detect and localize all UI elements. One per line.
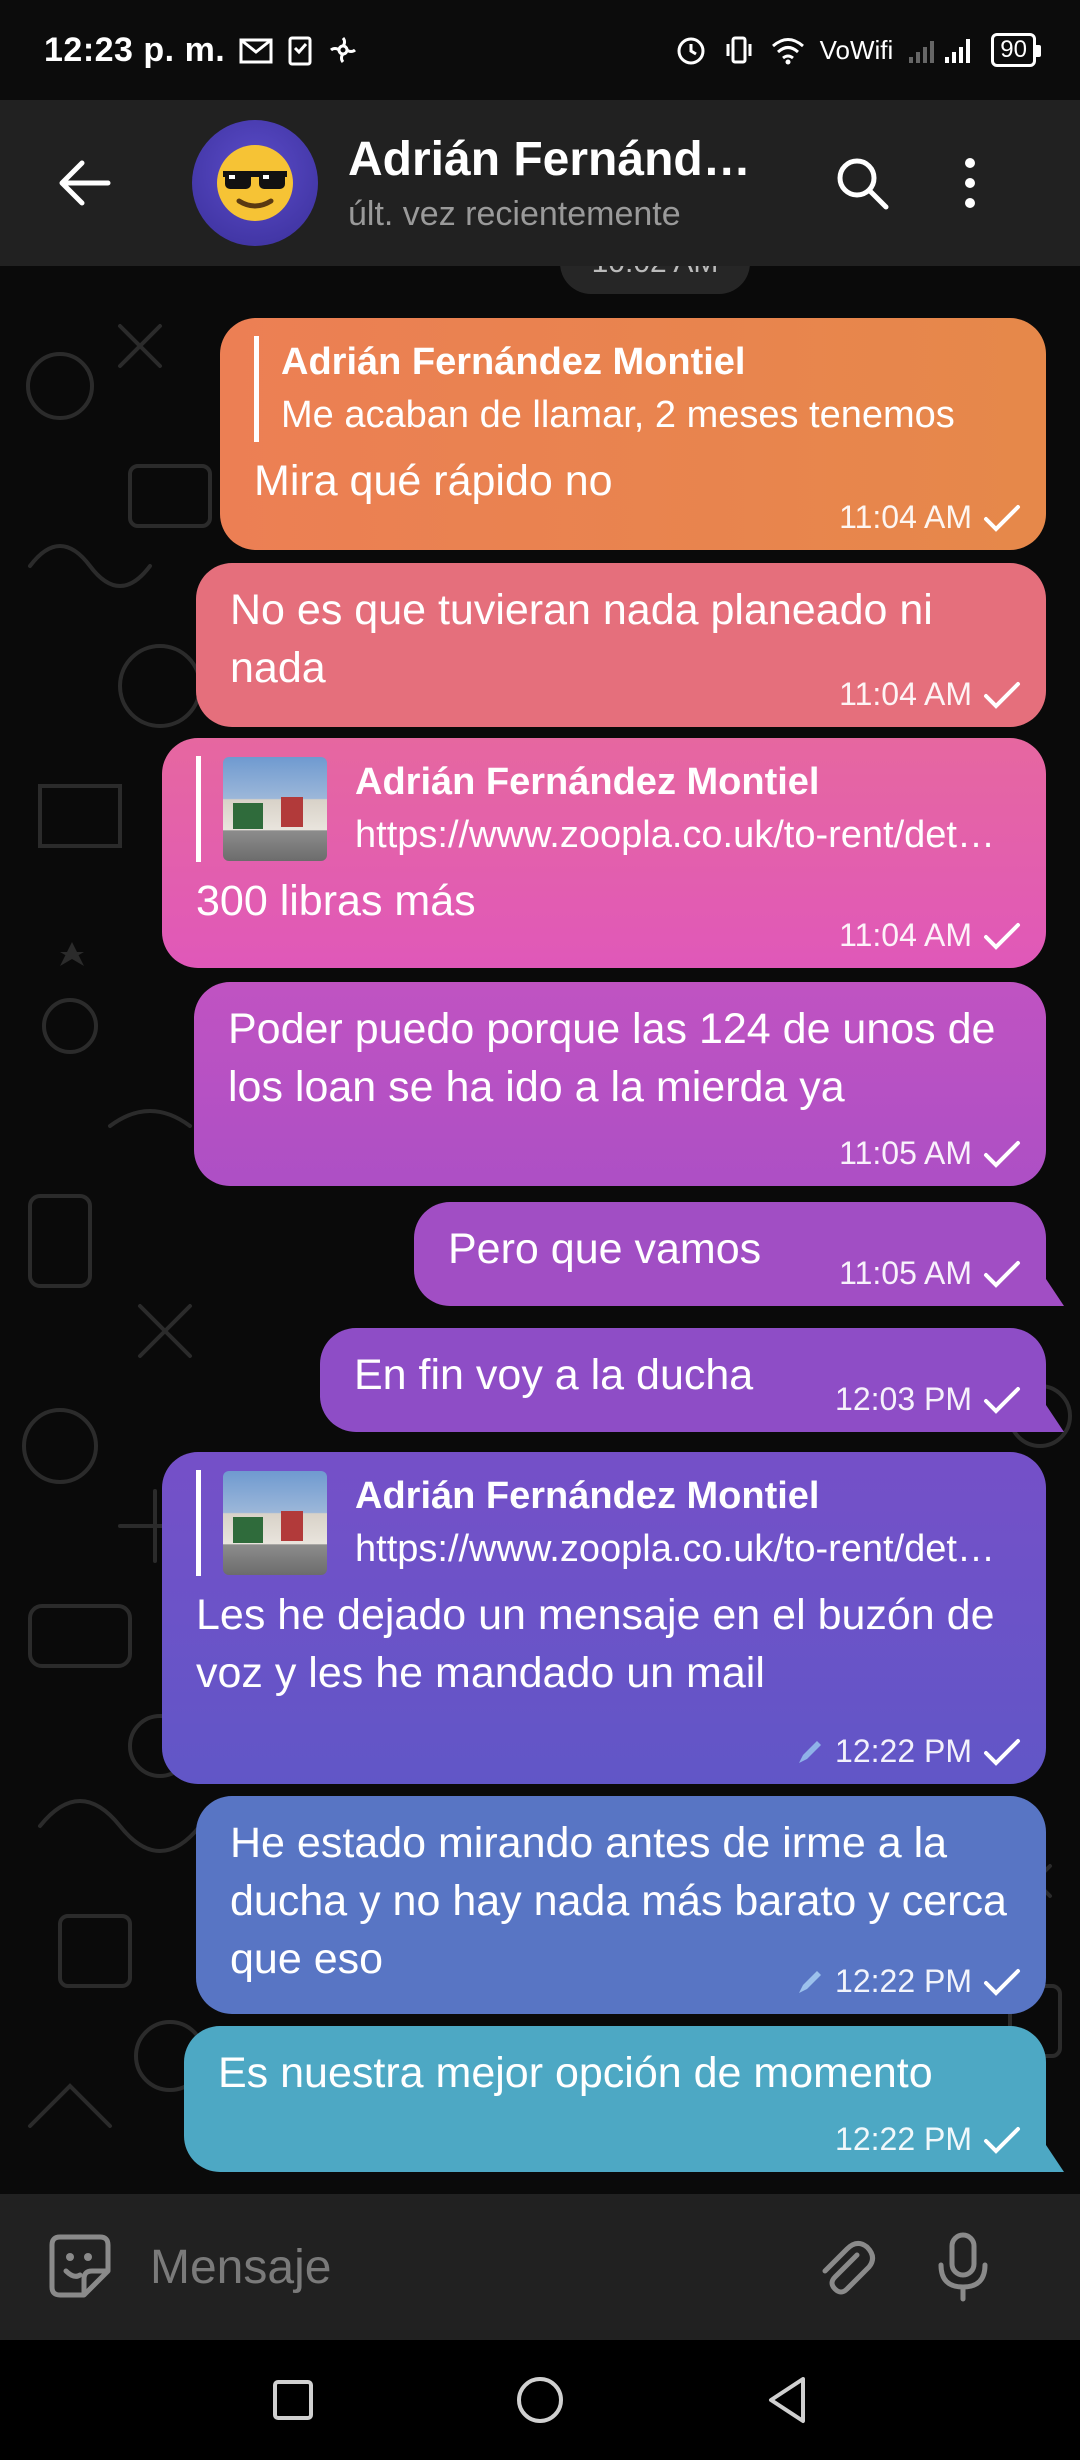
date-separator: 10:02 AM	[560, 266, 750, 294]
contact-info[interactable]: Adrián Fernánd… últ. vez recientemente	[348, 132, 788, 234]
message-bubble[interactable]: Poder puedo porque las 124 de unos de lo…	[194, 982, 1046, 1186]
message-input[interactable]	[150, 2239, 790, 2295]
contact-name: Adrián Fernánd…	[348, 133, 751, 186]
alarm-icon	[674, 33, 708, 67]
message-time: 12:03 PM	[835, 1381, 972, 1417]
chat-header: Adrián Fernánd… últ. vez recientemente	[0, 100, 1080, 266]
check-icon	[984, 504, 1020, 532]
back-button[interactable]	[0, 100, 168, 266]
check-icon	[984, 2126, 1020, 2154]
message-time: 11:04 AM	[839, 499, 972, 535]
search-icon	[837, 158, 889, 210]
reply-quote[interactable]: Adrián Fernández Montiel Me acaban de ll…	[254, 336, 1012, 442]
link-thumbnail	[223, 1471, 327, 1575]
message-bubble[interactable]: Es nuestra mejor opción de momento 12:22…	[184, 2026, 1046, 2172]
voice-record-button[interactable]	[918, 2222, 1008, 2312]
check-icon	[984, 681, 1020, 709]
message-text: Les he dejado un mensaje en el buzón de …	[196, 1591, 995, 1697]
check-icon	[984, 1738, 1020, 1766]
message-bubble[interactable]: No es que tuvieran nada planeado ni nada…	[196, 563, 1046, 727]
message-time: 11:05 AM	[839, 1135, 972, 1171]
sunglasses-emoji-icon	[217, 145, 293, 221]
pencil-icon	[799, 1970, 822, 1993]
arrow-left-icon	[59, 160, 111, 206]
message-bubble[interactable]: Adrián Fernández Montiel https://www.zoo…	[162, 1452, 1046, 1784]
status-bar: 12:23 p. m. VoWifi 90	[0, 0, 1080, 100]
vibrate-icon	[722, 33, 756, 67]
triangle-back-icon	[768, 2377, 805, 2423]
message-time: 11:04 AM	[839, 917, 972, 953]
message-text: Poder puedo porque las 124 de unos de lo…	[228, 1005, 996, 1111]
status-time: 12:23 p. m.	[44, 30, 226, 69]
reply-text: Me acaban de llamar, 2 meses tenemos	[281, 394, 955, 436]
message-bubble[interactable]: Adrián Fernández Montiel Me acaban de ll…	[220, 318, 1046, 550]
reply-author: Adrián Fernández Montiel	[281, 341, 746, 383]
search-button[interactable]	[812, 100, 912, 266]
message-time: 12:22 PM	[835, 1963, 972, 1999]
reply-author: Adrián Fernández Montiel	[355, 761, 820, 803]
reply-quote[interactable]: Adrián Fernández Montiel https://www.zoo…	[196, 1470, 1015, 1576]
check-icon	[984, 1968, 1020, 1996]
message-time: 11:04 AM	[839, 676, 972, 712]
network-label: VoWifi	[819, 34, 894, 65]
check-icon	[984, 922, 1020, 950]
paperclip-icon	[822, 2241, 875, 2295]
last-seen-status: últ. vez recientemente	[348, 195, 681, 233]
system-nav-bar	[0, 2340, 1080, 2460]
check-icon	[984, 1260, 1020, 1288]
more-options-button[interactable]	[920, 100, 1020, 266]
gmail-icon	[239, 36, 273, 64]
recents-button[interactable]	[253, 2360, 333, 2440]
message-bubble[interactable]: He estado mirando antes de irme a la duc…	[196, 1796, 1046, 2014]
message-bubble[interactable]: Pero que vamos 11:05 AM	[414, 1202, 1046, 1306]
message-time: 12:22 PM	[835, 1733, 972, 1769]
message-bubble[interactable]: En fin voy a la ducha 12:03 PM	[320, 1328, 1046, 1432]
message-text: He estado mirando antes de irme a la duc…	[230, 1819, 1007, 1983]
microphone-icon	[938, 2232, 988, 2302]
reply-text: https://www.zoopla.co.uk/to-rent/details…	[355, 814, 1015, 856]
wifi-icon	[770, 35, 806, 65]
circle-icon	[516, 2377, 563, 2423]
message-time: 12:22 PM	[835, 2121, 972, 2157]
message-text: Es nuestra mejor opción de momento	[218, 2049, 933, 2097]
chat-area[interactable]: 10:02 AM Adrián Fernández Montiel Me aca…	[0, 266, 1080, 2194]
avatar[interactable]	[192, 120, 318, 246]
sticker-button[interactable]	[40, 2227, 120, 2307]
signal-icon	[907, 35, 977, 65]
message-bubble[interactable]: Adrián Fernández Montiel https://www.zoo…	[162, 738, 1046, 968]
message-time: 11:05 AM	[839, 1255, 972, 1291]
battery-indicator: 90	[991, 33, 1041, 67]
attach-button[interactable]	[800, 2222, 890, 2312]
pencil-icon	[799, 1740, 822, 1763]
clipboard-icon	[287, 34, 313, 66]
link-thumbnail	[223, 757, 327, 861]
back-nav-button[interactable]	[747, 2360, 827, 2440]
reply-quote[interactable]: Adrián Fernández Montiel https://www.zoo…	[196, 756, 1015, 862]
message-input-bar	[0, 2194, 1080, 2340]
sticker-icon	[49, 2234, 111, 2298]
check-icon	[984, 1386, 1020, 1414]
square-icon	[273, 2380, 314, 2420]
pinwheel-icon	[327, 34, 359, 66]
home-button[interactable]	[500, 2360, 580, 2440]
reply-text: https://www.zoopla.co.uk/to-rent/details…	[355, 1528, 1015, 1570]
reply-author: Adrián Fernández Montiel	[355, 1475, 820, 1517]
kebab-menu-icon	[965, 158, 975, 208]
check-icon	[984, 1140, 1020, 1168]
